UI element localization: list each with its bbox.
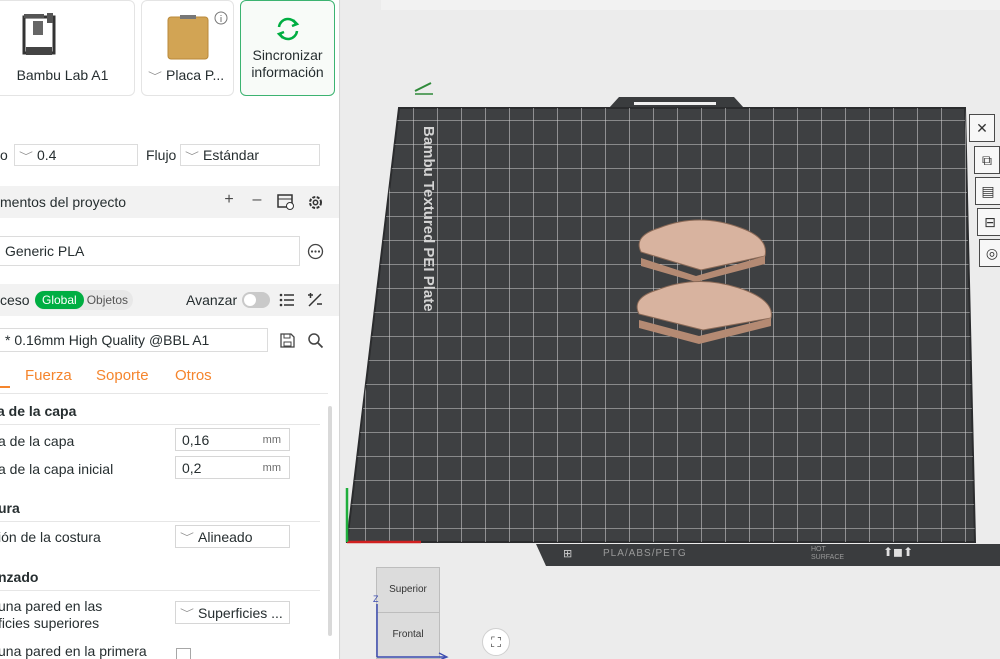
global-objects-toggle[interactable]: Global Objetos	[35, 290, 134, 310]
plate-name: Placa P...	[166, 67, 225, 83]
tab-others[interactable]: Otros	[175, 367, 212, 384]
tab-divider	[0, 393, 328, 394]
seam-position-label: ión de la costura	[0, 529, 101, 545]
sync-button[interactable]: Sincronizar información	[240, 0, 335, 96]
orient-icon[interactable]: ▤	[975, 177, 1000, 205]
dots-icon[interactable]	[307, 243, 324, 260]
sync-label-1: Sincronizar	[252, 47, 323, 63]
group-divider	[0, 424, 320, 425]
flow-label: Flujo	[146, 147, 177, 163]
chevron-down-icon: ﹀	[19, 151, 33, 163]
minus-icon[interactable]: –	[248, 191, 266, 209]
initial-layer-height-unit: mm	[262, 461, 281, 474]
tab-support[interactable]: Soporte	[96, 367, 149, 384]
gear-icon[interactable]	[307, 194, 324, 211]
hot-surface-label: HOT SURFACE	[811, 546, 845, 561]
lock-icon[interactable]: ⊟	[977, 208, 1000, 236]
seam-position-select[interactable]: ﹀ Alineado	[175, 525, 290, 548]
chevron-down-icon: ﹀	[180, 609, 194, 620]
list-icon[interactable]	[279, 293, 295, 307]
view-cube-axes	[376, 604, 449, 659]
printer-name: Bambu Lab A1	[16, 67, 109, 83]
left-panel: Bambu Lab A1 i ﹀ Placa P... Sincronizar i…	[0, 0, 340, 659]
wall-top-select[interactable]: ﹀ Superficies ...	[175, 601, 290, 624]
printer-icon	[22, 13, 56, 55]
svg-text:i: i	[220, 15, 223, 25]
settings-plate-icon[interactable]: ◎	[979, 239, 1000, 267]
seam-position-value: Alineado	[198, 528, 253, 545]
printer-card[interactable]: Bambu Lab A1	[0, 0, 135, 96]
layer-height-group-title: a de la capa	[0, 403, 77, 419]
sync-label-2: información	[251, 64, 324, 80]
filament-section-header: mentos del proyecto + –	[0, 186, 339, 218]
flow-select[interactable]: ﹀ Estándar	[180, 144, 320, 166]
wall-first-layer-checkbox[interactable]	[176, 648, 191, 659]
toggle-global[interactable]: Global	[35, 291, 84, 309]
layer-height-input[interactable]: 0,16 mm	[175, 428, 290, 451]
info-icon[interactable]: i	[214, 11, 228, 25]
percent-icon[interactable]	[307, 292, 323, 308]
plate-filament-label: PLA/ABS/PETG	[603, 548, 687, 559]
view-cube-top[interactable]: Superior	[377, 584, 439, 595]
plate-card[interactable]: i ﹀ Placa P...	[141, 0, 234, 96]
plate-select[interactable]: ﹀ Placa P...	[148, 67, 233, 83]
filament-section-title: mentos del proyecto	[0, 194, 127, 210]
group-divider	[0, 590, 320, 591]
tab-active-indicator	[0, 386, 10, 388]
filament-manage-icon[interactable]	[277, 194, 295, 210]
filament-material: Generic PLA	[5, 243, 85, 259]
process-preset-value: * 0.16mm High Quality @BBL A1	[5, 332, 210, 348]
process-preset-select[interactable]: * 0.16mm High Quality @BBL A1	[0, 328, 268, 352]
layer-height-label: a de la capa	[0, 433, 75, 449]
build-plate-scene	[345, 82, 1000, 566]
sync-icon	[276, 17, 300, 41]
nozzle-label: o	[0, 147, 8, 163]
filament-select[interactable]: Generic PLA	[0, 236, 300, 266]
layer-height-unit: mm	[262, 433, 281, 446]
tab-strength[interactable]: Fuerza	[25, 367, 72, 384]
bed-label: Bambu Textured PEI Plate	[420, 126, 437, 312]
wall-top-label-line1: una pared en las	[0, 598, 103, 614]
plate-tools-icon[interactable]: ⬆◼⬆	[883, 545, 913, 559]
search-icon[interactable]	[307, 332, 324, 349]
initial-layer-height-input[interactable]: 0,2 mm	[175, 456, 290, 479]
wall-top-label-line2: ficies superiores	[0, 615, 100, 631]
advanced-group-title: nzado	[0, 569, 39, 585]
chevron-down-icon: ﹀	[148, 72, 162, 83]
wall-first-layer-label: una pared en la primera	[0, 643, 147, 659]
chevron-down-icon: ﹀	[180, 533, 194, 544]
arrange-icon[interactable]: ⧉	[974, 146, 1000, 174]
initial-layer-height-value: 0,2	[182, 459, 202, 476]
wall-top-value: Superficies ...	[198, 604, 283, 621]
nozzle-value: 0.4	[37, 147, 57, 163]
settings-scrollbar[interactable]	[328, 406, 332, 636]
advanced-label: Avanzar	[186, 292, 238, 308]
plus-icon[interactable]: +	[220, 191, 238, 209]
nozzle-select[interactable]: ﹀ 0.4	[14, 144, 138, 166]
plate-icon-small: ⊞	[563, 548, 573, 560]
layer-height-value: 0,16	[182, 431, 210, 448]
flow-value: Estándar	[203, 147, 260, 163]
process-section-title: ceso	[0, 292, 30, 308]
chevron-down-icon: ﹀	[185, 151, 199, 163]
toggle-objects[interactable]: Objetos	[84, 291, 133, 309]
3d-viewport[interactable]: Bambu Textured PEI Plate PLA/ABS/PETG HO…	[341, 0, 1000, 659]
advanced-switch[interactable]	[242, 292, 270, 308]
group-divider	[0, 521, 320, 522]
process-section-header: ceso Global Objetos Avanzar	[0, 284, 339, 316]
initial-layer-height-label: a de la capa inicial	[0, 461, 114, 477]
seam-group-title: ura	[0, 500, 20, 516]
plate-icon	[167, 15, 209, 60]
save-icon[interactable]	[280, 333, 295, 348]
reset-view-icon[interactable]: ⛶	[482, 628, 510, 656]
close-icon[interactable]: ✕	[969, 114, 995, 142]
